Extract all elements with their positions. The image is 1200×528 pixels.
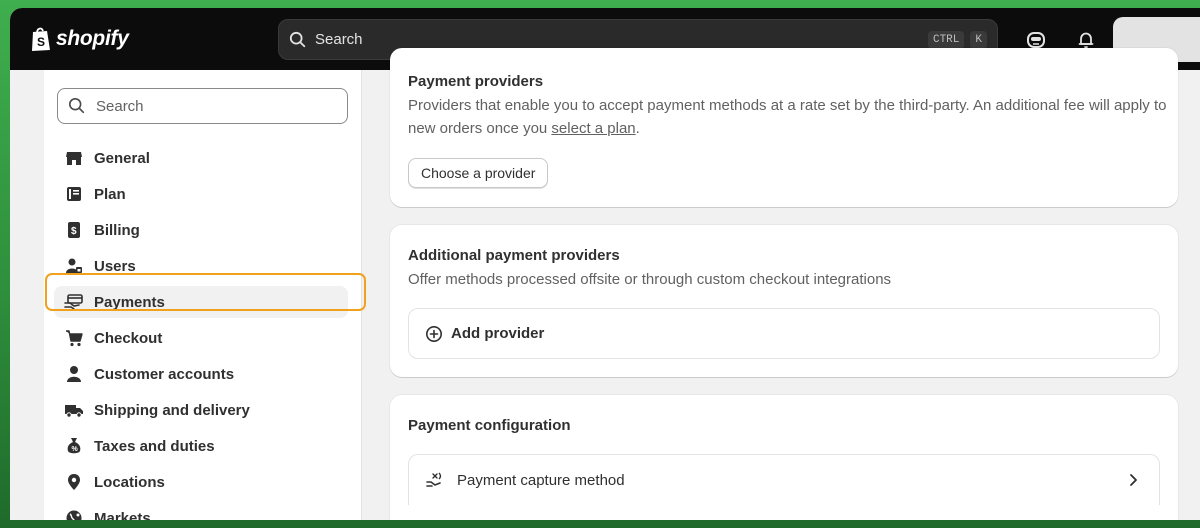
sidebar-item-shipping[interactable]: Shipping and delivery	[54, 394, 348, 426]
sidebar-item-checkout[interactable]: Checkout	[54, 322, 348, 354]
sidebar-item-taxes[interactable]: % Taxes and duties	[54, 430, 348, 462]
sidebar-item-label: Shipping and delivery	[94, 401, 250, 419]
chevron-right-icon	[1130, 474, 1137, 486]
additional-providers-title: Additional payment providers	[408, 247, 620, 264]
add-provider-button[interactable]: Add provider	[408, 308, 1160, 359]
app-window: S shopify Search CTRL K Search General P…	[10, 8, 1200, 520]
sidebar-item-label: Customer accounts	[94, 365, 235, 383]
cart-icon	[64, 328, 84, 348]
search-icon	[289, 31, 306, 47]
settings-nav: General Plan $ Billing Users Payments Ch…	[54, 142, 348, 520]
sidebar-item-label: Users	[94, 257, 136, 275]
sidebar-item-label: Taxes and duties	[94, 437, 215, 455]
sidebar-item-plan[interactable]: Plan	[54, 178, 348, 210]
receipt-icon: $	[64, 220, 84, 240]
globe-icon	[64, 508, 84, 520]
payment-providers-card: Payment providers Providers that enable …	[390, 48, 1178, 207]
sidebar-item-locations[interactable]: Locations	[54, 466, 348, 498]
sidebar-item-label: Payments	[94, 293, 165, 311]
payment-capture-label: Payment capture method	[457, 471, 625, 489]
location-icon	[64, 472, 84, 492]
select-plan-link[interactable]: select a plan	[551, 120, 635, 137]
brand-name: shopify	[56, 27, 129, 50]
store-icon	[64, 148, 84, 168]
sidebar-item-label: Locations	[94, 473, 165, 491]
settings-sidebar: Search General Plan $ Billing Users Paym…	[44, 70, 362, 520]
search-icon	[68, 97, 85, 114]
sidebar-item-billing[interactable]: $ Billing	[54, 214, 348, 246]
payment-providers-title: Payment providers	[408, 73, 544, 90]
sidebar-item-label: Checkout	[94, 329, 163, 347]
sidebar-item-label: Markets	[94, 509, 151, 521]
sidebar-item-users[interactable]: Users	[54, 250, 348, 282]
truck-icon	[64, 400, 84, 420]
sidebar-item-label: Plan	[94, 185, 126, 203]
users-icon	[64, 256, 84, 276]
person-icon	[64, 364, 84, 384]
payment-capture-method-row[interactable]: Payment capture method	[408, 454, 1160, 505]
capture-hand-icon	[426, 472, 442, 487]
choose-provider-button[interactable]: Choose a provider	[408, 158, 549, 188]
sidebar-item-general[interactable]: General	[54, 142, 348, 174]
sidebar-item-markets[interactable]: Markets	[54, 502, 348, 520]
search-placeholder: Search	[315, 31, 363, 48]
svg-text:%: %	[72, 446, 79, 453]
payment-configuration-card: Payment configuration Payment capture me…	[390, 395, 1178, 520]
additional-providers-card: Additional payment providers Offer metho…	[390, 225, 1178, 377]
payment-configuration-title: Payment configuration	[408, 417, 571, 434]
tax-icon: %	[64, 436, 84, 456]
settings-search-input[interactable]: Search	[57, 88, 348, 124]
shortcut-ctrl: CTRL	[927, 30, 965, 49]
shortcut-k: K	[970, 30, 987, 49]
sidebar-item-label: Billing	[94, 221, 140, 239]
description-text: Providers that enable you to accept paym…	[408, 97, 1167, 137]
shopify-bag-icon: S	[32, 27, 50, 51]
shopify-logo[interactable]: S shopify	[30, 26, 129, 52]
svg-text:$: $	[71, 226, 77, 237]
description-end: .	[635, 120, 640, 137]
add-provider-label: Add provider	[451, 325, 545, 342]
payments-icon	[64, 292, 84, 312]
plan-icon	[64, 184, 84, 204]
payment-providers-description: Providers that enable you to accept paym…	[408, 94, 1168, 140]
additional-providers-description: Offer methods processed offsite or throu…	[408, 271, 892, 288]
sidebar-item-label: General	[94, 149, 150, 167]
sidebar-item-customer-accounts[interactable]: Customer accounts	[54, 358, 348, 390]
svg-text:S: S	[37, 35, 45, 49]
settings-search-placeholder: Search	[96, 97, 144, 115]
plus-circle-icon	[426, 325, 442, 342]
sidebar-item-payments[interactable]: Payments	[54, 286, 348, 318]
